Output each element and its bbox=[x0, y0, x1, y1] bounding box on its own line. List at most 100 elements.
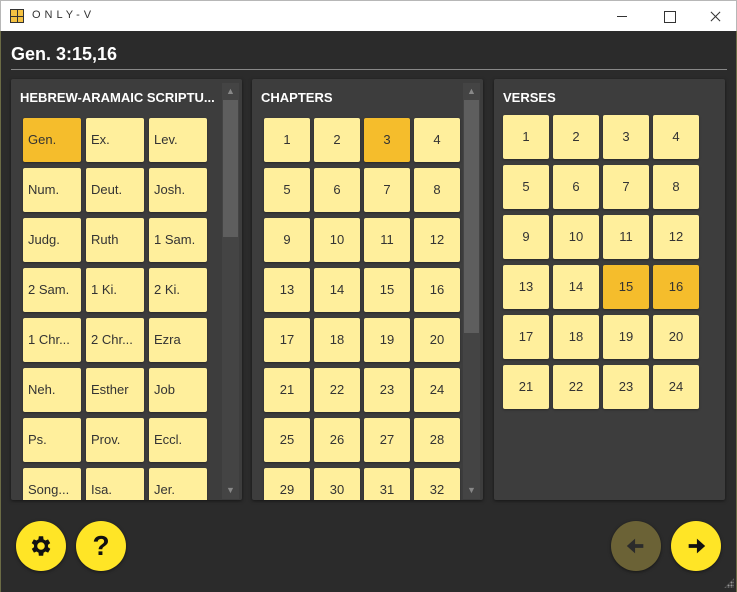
verse-tile[interactable]: 22 bbox=[553, 365, 599, 409]
chapter-tile[interactable]: 9 bbox=[264, 218, 310, 262]
verse-tile[interactable]: 14 bbox=[553, 265, 599, 309]
verse-tile[interactable]: 18 bbox=[553, 315, 599, 359]
next-button[interactable] bbox=[671, 521, 721, 571]
chapter-tile[interactable]: 13 bbox=[264, 268, 310, 312]
chapter-tile[interactable]: 10 bbox=[314, 218, 360, 262]
book-tile[interactable]: 1 Chr... bbox=[23, 318, 81, 362]
back-button[interactable] bbox=[611, 521, 661, 571]
book-tile[interactable]: 1 Ki. bbox=[86, 268, 144, 312]
book-tile[interactable]: Ruth bbox=[86, 218, 144, 262]
chapter-tile[interactable]: 31 bbox=[364, 468, 410, 500]
settings-button[interactable] bbox=[16, 521, 66, 571]
minimize-button[interactable] bbox=[600, 1, 646, 32]
chapter-tile[interactable]: 14 bbox=[314, 268, 360, 312]
verse-tile[interactable]: 13 bbox=[503, 265, 549, 309]
chapter-tile[interactable]: 23 bbox=[364, 368, 410, 412]
book-tile[interactable]: Num. bbox=[23, 168, 81, 212]
verse-tile[interactable]: 21 bbox=[503, 365, 549, 409]
book-tile[interactable]: Ex. bbox=[86, 118, 144, 162]
chapter-tile[interactable]: 12 bbox=[414, 218, 460, 262]
book-tile[interactable]: Esther bbox=[86, 368, 144, 412]
chapter-tile[interactable]: 1 bbox=[264, 118, 310, 162]
chapter-tile[interactable]: 8 bbox=[414, 168, 460, 212]
book-tile[interactable]: Job bbox=[149, 368, 207, 412]
chapter-tile[interactable]: 5 bbox=[264, 168, 310, 212]
verse-tile[interactable]: 7 bbox=[603, 165, 649, 209]
chapter-tile[interactable]: 4 bbox=[414, 118, 460, 162]
title-bar[interactable]: ONLY-V bbox=[0, 0, 737, 31]
window-title: ONLY-V bbox=[32, 9, 96, 21]
chapter-tile[interactable]: 19 bbox=[364, 318, 410, 362]
verse-tile[interactable]: 11 bbox=[603, 215, 649, 259]
book-tile[interactable]: Prov. bbox=[86, 418, 144, 462]
verse-tile[interactable]: 23 bbox=[603, 365, 649, 409]
verse-tile[interactable]: 9 bbox=[503, 215, 549, 259]
chapter-tile[interactable]: 11 bbox=[364, 218, 410, 262]
chapters-scroll-thumb[interactable] bbox=[464, 100, 479, 333]
chapter-tile[interactable]: 15 bbox=[364, 268, 410, 312]
chapters-panel: CHAPTERS 1 2 3 4 5 6 7 8 9 10 11 12 13 14 15 16 17 18 19 20… bbox=[252, 79, 483, 500]
help-button[interactable]: ? bbox=[76, 521, 126, 571]
arrow-left-icon bbox=[626, 538, 644, 554]
chapter-tile[interactable]: 6 bbox=[314, 168, 360, 212]
close-button[interactable] bbox=[692, 1, 737, 32]
chapter-tile[interactable]: 29 bbox=[264, 468, 310, 500]
chapter-tile[interactable]: 30 bbox=[314, 468, 360, 500]
scroll-down-arrow-icon[interactable]: ▼ bbox=[222, 482, 239, 499]
book-tile[interactable]: Josh. bbox=[149, 168, 207, 212]
verse-tile[interactable]: 19 bbox=[603, 315, 649, 359]
resize-grip[interactable] bbox=[724, 578, 734, 588]
book-tile[interactable]: Song... bbox=[23, 468, 81, 500]
book-tile[interactable]: Neh. bbox=[23, 368, 81, 412]
book-tile[interactable]: Judg. bbox=[23, 218, 81, 262]
chapter-tile[interactable]: 27 bbox=[364, 418, 410, 462]
chapters-scrollbar[interactable]: ▲ ▼ bbox=[463, 83, 480, 499]
chapter-tile[interactable]: 22 bbox=[314, 368, 360, 412]
book-tile[interactable]: Gen. bbox=[23, 118, 81, 162]
book-tile[interactable]: Deut. bbox=[86, 168, 144, 212]
verse-tile[interactable]: 2 bbox=[553, 115, 599, 159]
book-tile[interactable]: 2 Sam. bbox=[23, 268, 81, 312]
verse-tile[interactable]: 8 bbox=[653, 165, 699, 209]
scroll-down-arrow-icon[interactable]: ▼ bbox=[463, 482, 480, 499]
book-tile[interactable]: 2 Ki. bbox=[149, 268, 207, 312]
verse-tile[interactable]: 4 bbox=[653, 115, 699, 159]
verse-tile[interactable]: 20 bbox=[653, 315, 699, 359]
chapter-tile[interactable]: 24 bbox=[414, 368, 460, 412]
book-tile[interactable]: 2 Chr... bbox=[86, 318, 144, 362]
verse-tile[interactable]: 15 bbox=[603, 265, 649, 309]
chapter-tile[interactable]: 20 bbox=[414, 318, 460, 362]
chapter-tile[interactable]: 32 bbox=[414, 468, 460, 500]
chapter-tile[interactable]: 25 bbox=[264, 418, 310, 462]
verse-tile[interactable]: 3 bbox=[603, 115, 649, 159]
chapter-tile[interactable]: 17 bbox=[264, 318, 310, 362]
chapter-tile[interactable]: 21 bbox=[264, 368, 310, 412]
book-tile[interactable]: Ezra bbox=[149, 318, 207, 362]
book-tile[interactable]: Isa. bbox=[86, 468, 144, 500]
verse-tile[interactable]: 17 bbox=[503, 315, 549, 359]
verse-tile[interactable]: 6 bbox=[553, 165, 599, 209]
chapter-tile[interactable]: 7 bbox=[364, 168, 410, 212]
book-tile[interactable]: Eccl. bbox=[149, 418, 207, 462]
book-tile[interactable]: Ps. bbox=[23, 418, 81, 462]
maximize-button[interactable] bbox=[646, 1, 692, 32]
book-tile[interactable]: 1 Sam. bbox=[149, 218, 207, 262]
chapter-tile[interactable]: 16 bbox=[414, 268, 460, 312]
chapter-tile[interactable]: 26 bbox=[314, 418, 360, 462]
scroll-up-arrow-icon[interactable]: ▲ bbox=[222, 83, 239, 100]
verse-tile[interactable]: 10 bbox=[553, 215, 599, 259]
verse-tile[interactable]: 16 bbox=[653, 265, 699, 309]
chapter-tile[interactable]: 3 bbox=[364, 118, 410, 162]
book-tile[interactable]: Jer. bbox=[149, 468, 207, 500]
verse-tile[interactable]: 12 bbox=[653, 215, 699, 259]
verse-tile[interactable]: 24 bbox=[653, 365, 699, 409]
books-scroll-thumb[interactable] bbox=[223, 100, 238, 237]
books-scrollbar[interactable]: ▲ ▼ bbox=[222, 83, 239, 499]
verse-tile[interactable]: 5 bbox=[503, 165, 549, 209]
verse-tile[interactable]: 1 bbox=[503, 115, 549, 159]
chapter-tile[interactable]: 2 bbox=[314, 118, 360, 162]
chapter-tile[interactable]: 18 bbox=[314, 318, 360, 362]
scroll-up-arrow-icon[interactable]: ▲ bbox=[463, 83, 480, 100]
chapter-tile[interactable]: 28 bbox=[414, 418, 460, 462]
book-tile[interactable]: Lev. bbox=[149, 118, 207, 162]
